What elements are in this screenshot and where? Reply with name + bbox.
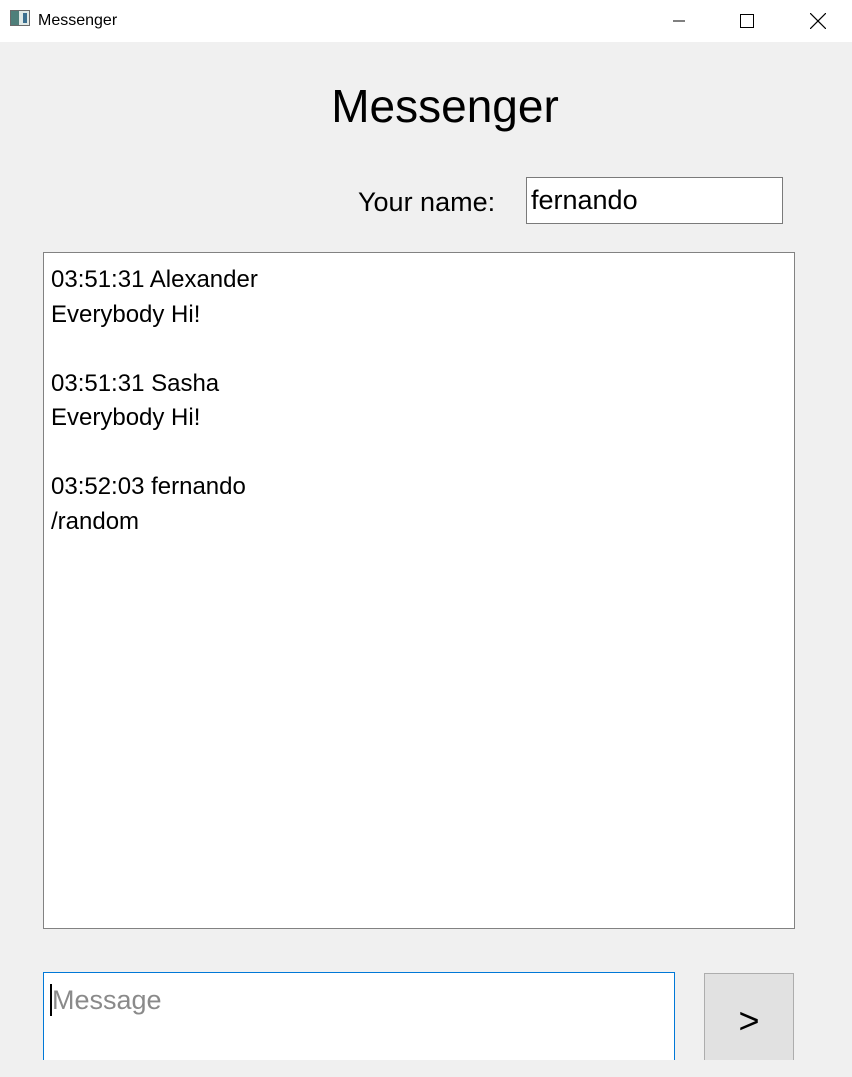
title-bar[interactable]: Messenger: [0, 0, 852, 42]
app-window-icon: [10, 10, 30, 26]
minimize-icon: [673, 20, 685, 22]
chat-message: 03:52:03 fernando /random: [51, 470, 787, 539]
window-title: Messenger: [38, 12, 118, 29]
message-header: 03:51:31 Alexander: [51, 266, 258, 293]
window-bottom-edge: [0, 1060, 852, 1077]
maximize-icon: [740, 14, 754, 28]
message-input[interactable]: [43, 972, 675, 1067]
close-icon: [810, 13, 826, 29]
close-button[interactable]: [783, 0, 852, 42]
chat-log[interactable]: 03:51:31 Alexander Everybody Hi! 03:51:3…: [43, 252, 795, 929]
chat-message: 03:51:31 Alexander Everybody Hi!: [51, 263, 787, 332]
page-title: Messenger: [331, 80, 559, 132]
name-label: Your name:: [358, 187, 496, 217]
message-header: 03:52:03 fernando: [51, 473, 246, 500]
maximize-button[interactable]: [712, 0, 782, 42]
message-header: 03:51:31 Sasha: [51, 369, 220, 397]
chat-message: 03:51:31 Sasha Everybody Hi!: [51, 367, 787, 436]
message-text: Everybody Hi!: [51, 404, 201, 431]
name-field[interactable]: [526, 177, 783, 224]
text-caret: [50, 984, 52, 1016]
message-text: /random: [51, 507, 140, 535]
minimize-button[interactable]: [644, 0, 714, 42]
send-button[interactable]: >: [704, 973, 794, 1068]
message-text: Everybody Hi!: [51, 300, 201, 328]
messenger-window: Messenger Messenger Your name: 03:51:31 …: [0, 0, 852, 1077]
